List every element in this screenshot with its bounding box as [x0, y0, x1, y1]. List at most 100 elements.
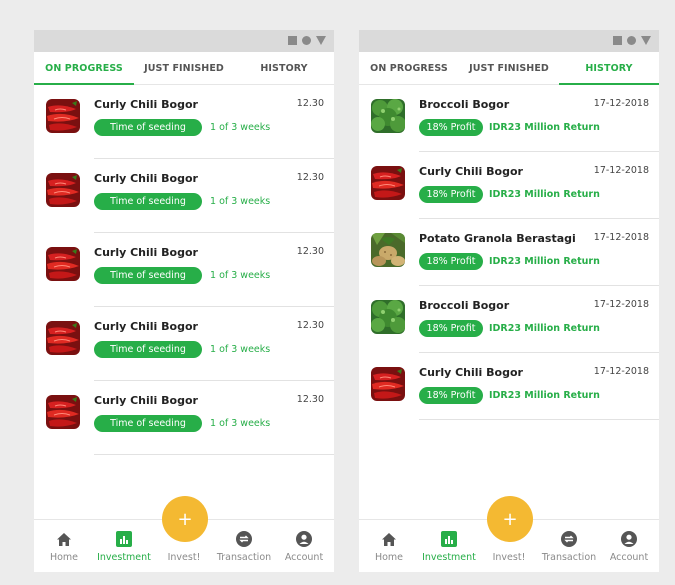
chili-image: [46, 247, 80, 281]
list-item[interactable]: Curly Chili Bogor 17-12-2018 18% Profit …: [359, 353, 659, 420]
tab-on-progress[interactable]: ON PROGRESS: [359, 52, 459, 84]
nav-transaction[interactable]: Transaction: [539, 520, 599, 572]
nav-label: Transaction: [541, 552, 597, 563]
progress-note: 1 of 3 weeks: [210, 418, 271, 429]
return-note: IDR23 Million Return: [489, 390, 600, 401]
status-square-icon: [613, 36, 622, 45]
status-triangle-icon: [641, 36, 651, 45]
investment-list: Curly Chili Bogor 12.30 Time of seeding …: [34, 85, 334, 455]
tab-history[interactable]: HISTORY: [559, 52, 659, 85]
item-time: 12.30: [296, 394, 324, 405]
nav-label: Home: [49, 552, 79, 563]
nav-invest[interactable]: Invest!: [479, 520, 539, 572]
chili-image: [46, 99, 80, 133]
item-date: 17-12-2018: [593, 366, 649, 377]
item-date: 17-12-2018: [593, 165, 649, 176]
item-title: Potato Granola Berastagi: [419, 232, 576, 245]
nav-investment[interactable]: Investment: [419, 520, 479, 572]
exchange-icon: [561, 531, 577, 547]
list-item[interactable]: Broccoli Bogor 17-12-2018 18% Profit IDR…: [359, 286, 659, 353]
profit-badge: 18% Profit: [419, 186, 483, 203]
nav-investment[interactable]: Investment: [94, 520, 154, 572]
item-title: Curly Chili Bogor: [94, 394, 198, 407]
nav-label: Account: [284, 552, 324, 563]
nav-account[interactable]: Account: [274, 520, 334, 572]
list-item[interactable]: Potato Granola Berastagi 17-12-2018 18% …: [359, 219, 659, 286]
status-badge: Time of seeding: [94, 415, 202, 432]
potato-image: [371, 233, 405, 267]
status-circle-icon: [627, 36, 636, 45]
tab-bar: ON PROGRESS JUST FINISHED HISTORY: [359, 52, 659, 85]
tab-just-finished[interactable]: JUST FINISHED: [459, 52, 559, 84]
item-title: Curly Chili Bogor: [94, 98, 198, 111]
item-time: 12.30: [296, 172, 324, 183]
list-item[interactable]: Curly Chili Bogor 17-12-2018 18% Profit …: [359, 152, 659, 219]
bottom-nav: + Home Investment Invest! Transaction Ac…: [359, 496, 659, 572]
profit-badge: 18% Profit: [419, 387, 483, 404]
list-item[interactable]: Broccoli Bogor 17-12-2018 18% Profit IDR…: [359, 85, 659, 152]
item-title: Curly Chili Bogor: [94, 246, 198, 259]
exchange-icon: [236, 531, 252, 547]
status-triangle-icon: [316, 36, 326, 45]
bottom-nav: + Home Investment Invest! Transaction Ac…: [34, 496, 334, 572]
nav-home[interactable]: Home: [34, 520, 94, 572]
progress-note: 1 of 3 weeks: [210, 344, 271, 355]
item-time: 12.30: [296, 98, 324, 109]
progress-note: 1 of 3 weeks: [210, 270, 271, 281]
nav-home[interactable]: Home: [359, 520, 419, 572]
list-item[interactable]: Curly Chili Bogor 12.30 Time of seeding …: [34, 233, 334, 307]
item-title: Curly Chili Bogor: [419, 366, 523, 379]
tab-just-finished[interactable]: JUST FINISHED: [134, 52, 234, 84]
home-icon: [382, 533, 396, 546]
item-time: 12.30: [296, 320, 324, 331]
status-bar: [34, 30, 334, 52]
return-note: IDR23 Million Return: [489, 122, 600, 133]
profit-badge: 18% Profit: [419, 320, 483, 337]
item-date: 17-12-2018: [593, 232, 649, 243]
item-date: 17-12-2018: [593, 299, 649, 310]
user-icon: [621, 531, 637, 547]
nav-label: Invest!: [167, 552, 201, 563]
item-title: Broccoli Bogor: [419, 299, 510, 312]
phone-on-progress: ON PROGRESS JUST FINISHED HISTORY Curly …: [34, 30, 334, 572]
status-badge: Time of seeding: [94, 341, 202, 358]
chart-icon: [441, 531, 457, 547]
chili-image: [46, 173, 80, 207]
chili-image: [371, 166, 405, 200]
return-note: IDR23 Million Return: [489, 189, 600, 200]
return-note: IDR23 Million Return: [489, 256, 600, 267]
list-item[interactable]: Curly Chili Bogor 12.30 Time of seeding …: [34, 381, 334, 455]
nav-invest[interactable]: Invest!: [154, 520, 214, 572]
chili-image: [46, 395, 80, 429]
tab-on-progress[interactable]: ON PROGRESS: [34, 52, 134, 85]
list-item[interactable]: Curly Chili Bogor 12.30 Time of seeding …: [34, 307, 334, 381]
chili-image: [371, 367, 405, 401]
item-title: Curly Chili Bogor: [94, 320, 198, 333]
nav-label: Home: [374, 552, 404, 563]
item-title: Broccoli Bogor: [419, 98, 510, 111]
tab-history[interactable]: HISTORY: [234, 52, 334, 84]
nav-label: Account: [609, 552, 649, 563]
item-date: 17-12-2018: [593, 98, 649, 109]
item-title: Curly Chili Bogor: [419, 165, 523, 178]
chart-icon: [116, 531, 132, 547]
progress-note: 1 of 3 weeks: [210, 122, 271, 133]
item-time: 12.30: [296, 246, 324, 257]
profit-badge: 18% Profit: [419, 119, 483, 136]
nav-transaction[interactable]: Transaction: [214, 520, 274, 572]
status-bar: [359, 30, 659, 52]
list-item[interactable]: Curly Chili Bogor 12.30 Time of seeding …: [34, 159, 334, 233]
status-badge: Time of seeding: [94, 267, 202, 284]
item-title: Curly Chili Bogor: [94, 172, 198, 185]
return-note: IDR23 Million Return: [489, 323, 600, 334]
list-item[interactable]: Curly Chili Bogor 12.30 Time of seeding …: [34, 85, 334, 159]
broccoli-image: [371, 300, 405, 334]
nav-label: Investment: [97, 552, 151, 563]
status-badge: Time of seeding: [94, 119, 202, 136]
status-badge: Time of seeding: [94, 193, 202, 210]
divider: [94, 454, 334, 455]
user-icon: [296, 531, 312, 547]
progress-note: 1 of 3 weeks: [210, 196, 271, 207]
nav-label: Investment: [422, 552, 476, 563]
nav-account[interactable]: Account: [599, 520, 659, 572]
